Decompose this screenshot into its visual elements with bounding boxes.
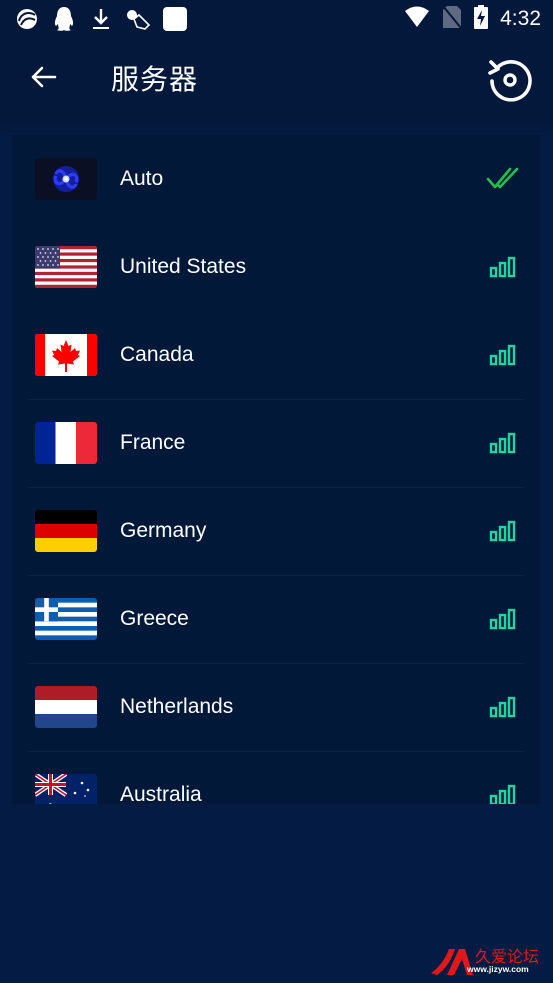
- row-divider: [28, 663, 524, 664]
- signal-bars-icon: [486, 253, 520, 281]
- server-name: France: [120, 431, 186, 454]
- signal-bars-icon: [486, 605, 520, 633]
- signal-bars-icon: [486, 693, 520, 721]
- wifi-icon: [404, 6, 430, 33]
- signal-bars-icon: [486, 781, 520, 804]
- watermark-url: www.jizyw.com: [467, 964, 529, 974]
- server-name: Canada: [120, 343, 194, 366]
- double-check-icon: [486, 165, 520, 193]
- refresh-button[interactable]: [485, 54, 535, 104]
- server-item-netherlands[interactable]: Netherlands: [12, 663, 540, 751]
- ca-flag-icon: [35, 334, 97, 376]
- arrow-left-icon: [29, 65, 57, 94]
- nl-flag-icon: [35, 686, 97, 728]
- server-item-auto[interactable]: Auto: [12, 135, 540, 223]
- back-button[interactable]: [24, 60, 62, 98]
- download-icon: [88, 6, 114, 32]
- gesture-icon: [125, 6, 151, 32]
- watermark-logo: 久爱论坛 www.jizyw.com: [429, 945, 547, 977]
- app-bar-shadow: [0, 122, 553, 136]
- server-name: Greece: [120, 607, 189, 630]
- us-flag-icon: [35, 246, 97, 288]
- row-divider: [28, 751, 524, 752]
- galaxy-icon: [35, 158, 97, 200]
- server-item-canada[interactable]: Canada: [12, 311, 540, 399]
- refresh-target-icon: [485, 60, 535, 108]
- app-bar: 服务器: [0, 38, 553, 122]
- server-name: Auto: [120, 167, 164, 190]
- au-flag-icon: [35, 774, 97, 804]
- server-item-united-states[interactable]: United States: [12, 223, 540, 311]
- server-name: Germany: [120, 519, 207, 542]
- row-divider: [28, 487, 524, 488]
- blank-app-icon: [162, 6, 188, 32]
- no-sim-icon: [442, 4, 462, 34]
- server-name: Netherlands: [120, 695, 234, 718]
- page-title: 服务器: [111, 63, 199, 96]
- app-swirl-icon: [14, 6, 40, 32]
- fr-flag-icon: [35, 422, 97, 464]
- status-time: 4:32: [500, 7, 541, 30]
- signal-bars-icon: [486, 517, 520, 545]
- signal-bars-icon: [486, 429, 520, 457]
- signal-bars-icon: [486, 341, 520, 369]
- row-divider: [28, 399, 524, 400]
- server-item-germany[interactable]: Germany: [12, 487, 540, 575]
- server-name: Australia: [120, 783, 202, 804]
- qq-penguin-icon: [51, 6, 77, 32]
- gr-flag-icon: [35, 598, 97, 640]
- server-item-france[interactable]: France: [12, 399, 540, 487]
- battery-charging-icon: [474, 4, 489, 34]
- server-list[interactable]: Auto United States Canada France Germany…: [12, 135, 540, 804]
- server-item-australia[interactable]: Australia: [12, 751, 540, 804]
- server-name: United States: [120, 255, 247, 278]
- server-item-greece[interactable]: Greece: [12, 575, 540, 663]
- status-bar: 4:32: [0, 0, 553, 38]
- row-divider: [28, 575, 524, 576]
- de-flag-icon: [35, 510, 97, 552]
